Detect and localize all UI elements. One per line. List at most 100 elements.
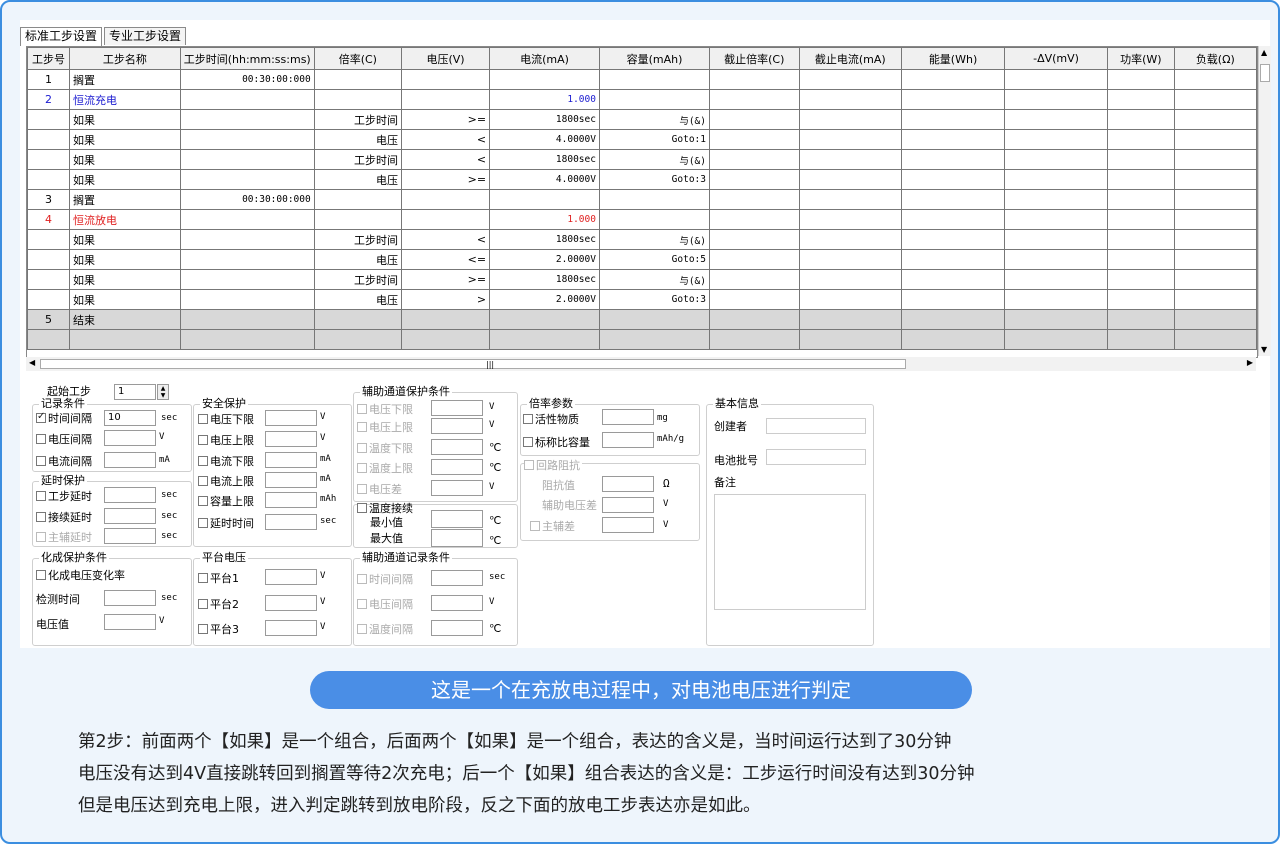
cell-no[interactable] [27, 289, 70, 310]
checkbox-icon[interactable] [36, 434, 46, 444]
checkbox-icon[interactable] [357, 443, 367, 453]
cell-cap[interactable]: Goto:3 [598, 289, 711, 310]
checkbox-icon[interactable] [198, 496, 208, 506]
cell-cap[interactable] [598, 189, 711, 210]
cell-rate[interactable] [313, 209, 402, 230]
cell-empty[interactable] [709, 69, 800, 90]
cell-volt[interactable]: < [400, 149, 491, 170]
checkbox-icon[interactable] [36, 532, 46, 542]
cell-empty[interactable] [798, 229, 903, 250]
start-step-spinner[interactable]: ▲ ▼ [157, 384, 169, 400]
checkbox-icon[interactable] [524, 460, 534, 470]
aux-volt-high-input[interactable] [431, 418, 483, 434]
volt-high-checkbox[interactable]: 电压上限 [198, 432, 254, 448]
main-aux-diff-input[interactable] [602, 517, 654, 533]
cell-empty[interactable] [901, 229, 1006, 250]
detect-time-input[interactable] [104, 590, 156, 606]
cell-name[interactable]: 恒流放电 [68, 209, 181, 230]
cell-volt[interactable]: >= [400, 109, 491, 130]
cell-empty[interactable] [798, 109, 903, 130]
aux-volt-low-input[interactable] [431, 400, 483, 416]
table-row[interactable]: 如果 电压 <= 2.0000V Goto:5 [27, 249, 1257, 270]
cell-empty[interactable] [1004, 89, 1109, 110]
cell-cap[interactable] [598, 309, 711, 330]
checkbox-icon[interactable] [530, 521, 540, 531]
cell-empty[interactable] [1107, 189, 1175, 210]
checkbox-icon[interactable] [198, 624, 208, 634]
checkbox-icon[interactable] [198, 476, 208, 486]
cell-empty[interactable] [1004, 189, 1109, 210]
cur-low-checkbox[interactable]: 电流下限 [198, 453, 254, 469]
cur-high-input[interactable] [265, 472, 317, 488]
cell-volt[interactable] [400, 69, 491, 90]
cell-empty[interactable] [1107, 329, 1175, 350]
table-row[interactable]: 4 恒流放电 1.000 [27, 209, 1257, 230]
cell-empty[interactable] [709, 209, 800, 230]
cell-rate[interactable] [313, 69, 402, 90]
cap-high-input[interactable] [265, 492, 317, 508]
cell-empty[interactable] [901, 289, 1006, 310]
cell-name[interactable] [68, 329, 181, 350]
volt-high-input[interactable] [265, 431, 317, 447]
checkbox-icon[interactable] [523, 414, 533, 424]
cell-empty[interactable] [1107, 129, 1175, 150]
cell-name[interactable]: 搁置 [68, 189, 181, 210]
cell-cur[interactable]: 1800sec [489, 149, 600, 170]
cell-no[interactable] [27, 249, 70, 270]
volt-low-checkbox[interactable]: 电压下限 [198, 411, 254, 427]
cell-empty[interactable] [709, 189, 800, 210]
active-material-input[interactable] [602, 409, 654, 425]
auxrec-volt-input[interactable] [431, 595, 483, 611]
table-row[interactable] [27, 329, 1257, 350]
main-delay-input[interactable] [104, 528, 156, 544]
cell-empty[interactable] [709, 289, 800, 310]
cell-name[interactable]: 结束 [68, 309, 181, 330]
auxrec-temp-input[interactable] [431, 620, 483, 636]
cell-cur[interactable]: 2.0000V [489, 249, 600, 270]
cell-empty[interactable] [901, 189, 1006, 210]
start-step-input[interactable]: 1 [114, 384, 156, 400]
cell-time[interactable] [179, 329, 315, 350]
table-row[interactable]: 2 恒流充电 1.000 [27, 89, 1257, 110]
checkbox-icon[interactable] [36, 512, 46, 522]
checkbox-icon[interactable] [357, 484, 367, 494]
cell-empty[interactable] [901, 209, 1006, 230]
platform-2-input[interactable] [265, 595, 317, 611]
cell-empty[interactable] [1004, 329, 1109, 350]
checkbox-icon[interactable] [357, 422, 367, 432]
cell-cap[interactable]: Goto:1 [598, 129, 711, 150]
platform-3-input[interactable] [265, 620, 317, 636]
delay-time-input[interactable] [265, 514, 317, 530]
cell-empty[interactable] [1173, 109, 1257, 130]
cell-empty[interactable] [901, 249, 1006, 270]
cell-no[interactable] [27, 149, 70, 170]
cell-cur[interactable]: 1800sec [489, 109, 600, 130]
cell-empty[interactable] [1004, 109, 1109, 130]
delay-time-checkbox[interactable]: 延时时间 [198, 515, 254, 531]
cell-time[interactable]: 00:30:00:000 [179, 189, 315, 210]
cell-empty[interactable] [1173, 289, 1257, 310]
cell-rate[interactable]: 工步时间 [313, 149, 402, 170]
cell-empty[interactable] [1173, 229, 1257, 250]
checkbox-icon[interactable] [357, 503, 367, 513]
cell-time[interactable] [179, 129, 315, 150]
checkbox-icon[interactable] [357, 404, 367, 414]
cell-empty[interactable] [709, 89, 800, 110]
cell-empty[interactable] [901, 329, 1006, 350]
cell-cap[interactable]: Goto:5 [598, 249, 711, 270]
cell-name[interactable]: 如果 [68, 149, 181, 170]
cell-cur[interactable] [489, 309, 600, 330]
loop-checkbox[interactable]: 回路阻抗 [524, 457, 582, 473]
record-volt-input[interactable] [104, 430, 156, 446]
table-row[interactable]: 如果 电压 >= 4.0000V Goto:3 [27, 169, 1257, 190]
cell-no[interactable] [27, 329, 70, 350]
cell-volt[interactable] [400, 89, 491, 110]
record-cur-checkbox[interactable]: 电流间隔 [36, 453, 92, 469]
cell-empty[interactable] [901, 109, 1006, 130]
horizontal-scrollbar[interactable]: ◀ ||| ▶ [26, 357, 1256, 371]
cell-rate[interactable] [313, 329, 402, 350]
platform-3-checkbox[interactable]: 平台3 [198, 621, 239, 637]
cell-empty[interactable] [1173, 189, 1257, 210]
cell-time[interactable] [179, 269, 315, 290]
cell-volt[interactable] [400, 329, 491, 350]
